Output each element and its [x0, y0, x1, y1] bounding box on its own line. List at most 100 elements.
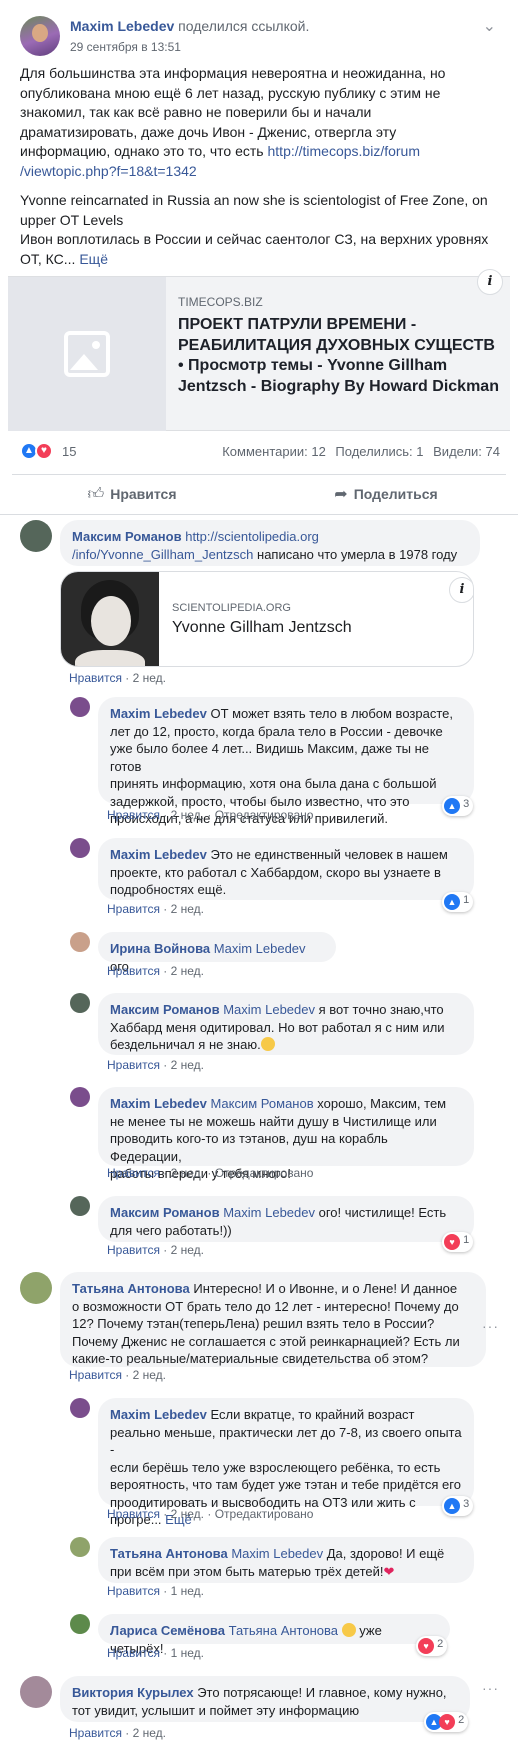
comment-line: бездельничал я не знаю. — [110, 1037, 261, 1052]
comment-edited[interactable]: Отредактировано — [215, 808, 314, 822]
comment-author[interactable]: Лариса Семёнова — [110, 1623, 225, 1638]
comment-author[interactable]: Максим Романов — [110, 1205, 220, 1220]
comment-line: ОТ может взять тело в любом возрасте, — [210, 706, 453, 721]
commenter-avatar[interactable] — [70, 1087, 90, 1107]
post-link-cont[interactable]: /viewtopic.php?f=18&t=1342 — [20, 163, 197, 179]
comment-line: вероятность, что там будет уже тэтан и т… — [110, 1477, 461, 1492]
post-timestamp[interactable]: 29 сентября в 13:51 — [70, 40, 181, 54]
comment-reactions[interactable]: ▲ 1 — [442, 892, 474, 912]
comment-time[interactable]: 2 нед. — [171, 1058, 204, 1072]
comment-bubble: Виктория Курылех Это потрясающе! И главн… — [60, 1676, 470, 1722]
comment-mention[interactable]: Maxim Lebedev — [231, 1546, 323, 1561]
author-avatar[interactable] — [20, 16, 60, 56]
comment-author[interactable]: Виктория Курылех — [72, 1685, 194, 1700]
comments-count[interactable]: Комментарии: 12 — [222, 444, 326, 459]
comment-reactions[interactable]: ▲ 3 — [442, 1496, 474, 1516]
comment-edited[interactable]: Отредактировано — [215, 1507, 314, 1521]
comment-link-preview[interactable]: SCIENTOLIPEDIA.ORG Yvonne Gillham Jentzs… — [60, 571, 474, 667]
commenter-avatar[interactable] — [70, 838, 90, 858]
comment-time[interactable]: 2 нед. — [133, 1368, 166, 1382]
comment-author[interactable]: Ирина Войнова — [110, 941, 210, 956]
comment-like-link[interactable]: Нравится — [107, 1646, 160, 1660]
link-title[interactable]: ПРОЕКТ ПАТРУЛИ ВРЕМЕНИ - РЕАБИЛИТАЦИЯ ДУ… — [178, 315, 504, 397]
comment-meta: Нравится · 1 нед. — [107, 1646, 205, 1660]
commenter-avatar[interactable] — [20, 520, 52, 552]
post-link[interactable]: http://timecops.biz/forum — [268, 143, 421, 159]
comment-time[interactable]: 1 нед. — [171, 1646, 204, 1660]
commenter-avatar[interactable] — [70, 993, 90, 1013]
comment-line: я вот точно знаю,что — [318, 1002, 444, 1017]
comment-like-link[interactable]: Нравится — [107, 808, 160, 822]
info-icon[interactable]: i — [477, 269, 503, 295]
comment-link-cont[interactable]: /info/Yvonne_Gillham_Jentzsch — [72, 547, 253, 562]
comment-like-link[interactable]: Нравится — [107, 1166, 160, 1180]
comment-like-link[interactable]: Нравится — [107, 1243, 160, 1257]
comment-time[interactable]: 1 нед. — [171, 1584, 204, 1598]
comment-time[interactable]: 2 нед. — [171, 964, 204, 978]
comment-meta: Нравится · 1 нед. — [107, 1584, 205, 1598]
comment-preview-title[interactable]: Yvonne Gillham Jentzsch — [172, 619, 352, 637]
comment-author[interactable]: Татьяна Антонова — [110, 1546, 228, 1561]
comment-like-link[interactable]: Нравится — [69, 1368, 122, 1382]
comment-author[interactable]: Maxim Lebedev — [110, 1407, 207, 1422]
comment-reactions[interactable]: ▲ 3 — [442, 796, 474, 816]
comment-like-link[interactable]: Нравится — [107, 1507, 160, 1521]
shares-count[interactable]: Поделились: 1 — [335, 444, 423, 459]
comment-time[interactable]: 2 нед. — [133, 1726, 166, 1740]
comment-reactions[interactable]: ▲ ♥ 2 — [424, 1712, 469, 1732]
comment-like-link[interactable]: Нравится — [69, 1726, 122, 1740]
commenter-avatar[interactable] — [70, 697, 90, 717]
comment-author[interactable]: Maxim Lebedev — [110, 1096, 207, 1111]
comment-bubble: Лариса Семёнова Татьяна Антонова уже чет… — [98, 1614, 450, 1656]
comment-line: задержкой, просто, чтобы было известно, … — [110, 793, 410, 809]
more-options-icon[interactable]: ··· — [482, 1318, 499, 1334]
share-button[interactable]: ➦ Поделиться — [266, 475, 506, 513]
post-options-chevron-icon[interactable]: ⌄ — [483, 16, 496, 36]
see-more-link[interactable]: Ещё — [79, 251, 108, 267]
post-author-name[interactable]: Maxim Lebedev — [70, 18, 174, 34]
commenter-avatar[interactable] — [70, 932, 90, 952]
comment-like-link[interactable]: Нравится — [69, 671, 122, 685]
comment-author[interactable]: Максим Романов — [110, 1002, 220, 1017]
more-options-icon[interactable]: ··· — [482, 1680, 499, 1696]
comment-author[interactable]: Максим Романов — [72, 529, 182, 544]
comment-like-link[interactable]: Нравится — [107, 1058, 160, 1072]
post-text-line: знакомил, так как всё равно не поверили … — [20, 104, 372, 120]
commenter-avatar[interactable] — [20, 1272, 52, 1304]
comment-reactions[interactable]: ♥ 2 — [416, 1636, 448, 1656]
comment-time[interactable]: 2 нед. — [171, 1507, 204, 1521]
comment-time[interactable]: 2 нед. — [171, 902, 204, 916]
comment-like-link[interactable]: Нравится — [107, 902, 160, 916]
comment-author[interactable]: Maxim Lebedev — [110, 847, 207, 862]
comment-line: какие-то реальные/материальные свидетель… — [72, 1351, 429, 1366]
smile-emoji-icon — [260, 1037, 275, 1051]
comment-time[interactable]: 2 нед. — [171, 1243, 204, 1257]
comment-like-link[interactable]: Нравится — [107, 964, 160, 978]
comment-mention[interactable]: Максим Романов — [210, 1096, 313, 1111]
comment-mention[interactable]: Maxim Lebedev — [223, 1002, 315, 1017]
comment-mention[interactable]: Maxim Lebedev — [214, 941, 306, 956]
commenter-avatar[interactable] — [70, 1614, 90, 1634]
link-preview-card[interactable]: TIMECOPS.BIZ ПРОЕКТ ПАТРУЛИ ВРЕМЕНИ - РЕ… — [8, 269, 510, 431]
commenter-avatar[interactable] — [70, 1398, 90, 1418]
reaction-count[interactable]: 15 — [62, 444, 76, 459]
comment-author[interactable]: Maxim Lebedev — [110, 706, 207, 721]
commenter-avatar[interactable] — [20, 1676, 52, 1708]
comment-time[interactable]: 2 нед. — [133, 671, 166, 685]
commenter-avatar[interactable] — [70, 1196, 90, 1216]
comment-like-link[interactable]: Нравится — [107, 1584, 160, 1598]
comment-author[interactable]: Татьяна Антонова — [72, 1281, 190, 1296]
comment-mention[interactable]: Татьяна Антонова — [229, 1623, 338, 1638]
info-icon[interactable]: i — [449, 577, 473, 603]
comment-reactions[interactable]: ♥ 1 — [442, 1232, 474, 1252]
post-en-line: upper OT Levels — [20, 211, 124, 228]
love-reaction-icon: ♥ — [439, 1714, 455, 1730]
comment-mention[interactable]: Maxim Lebedev — [223, 1205, 315, 1220]
like-button[interactable]: 👍︎ Нравится — [12, 475, 252, 513]
comment-time[interactable]: 2 нед. — [171, 1166, 204, 1180]
comment-link[interactable]: http://scientolipedia.org — [185, 529, 319, 544]
comment-time[interactable]: 2 нед. — [171, 808, 204, 822]
comment-edited[interactable]: Отредактировано — [215, 1166, 314, 1180]
post-ru-line: Ивон воплотилась в России и сейчас саент… — [20, 231, 489, 247]
commenter-avatar[interactable] — [70, 1537, 90, 1557]
